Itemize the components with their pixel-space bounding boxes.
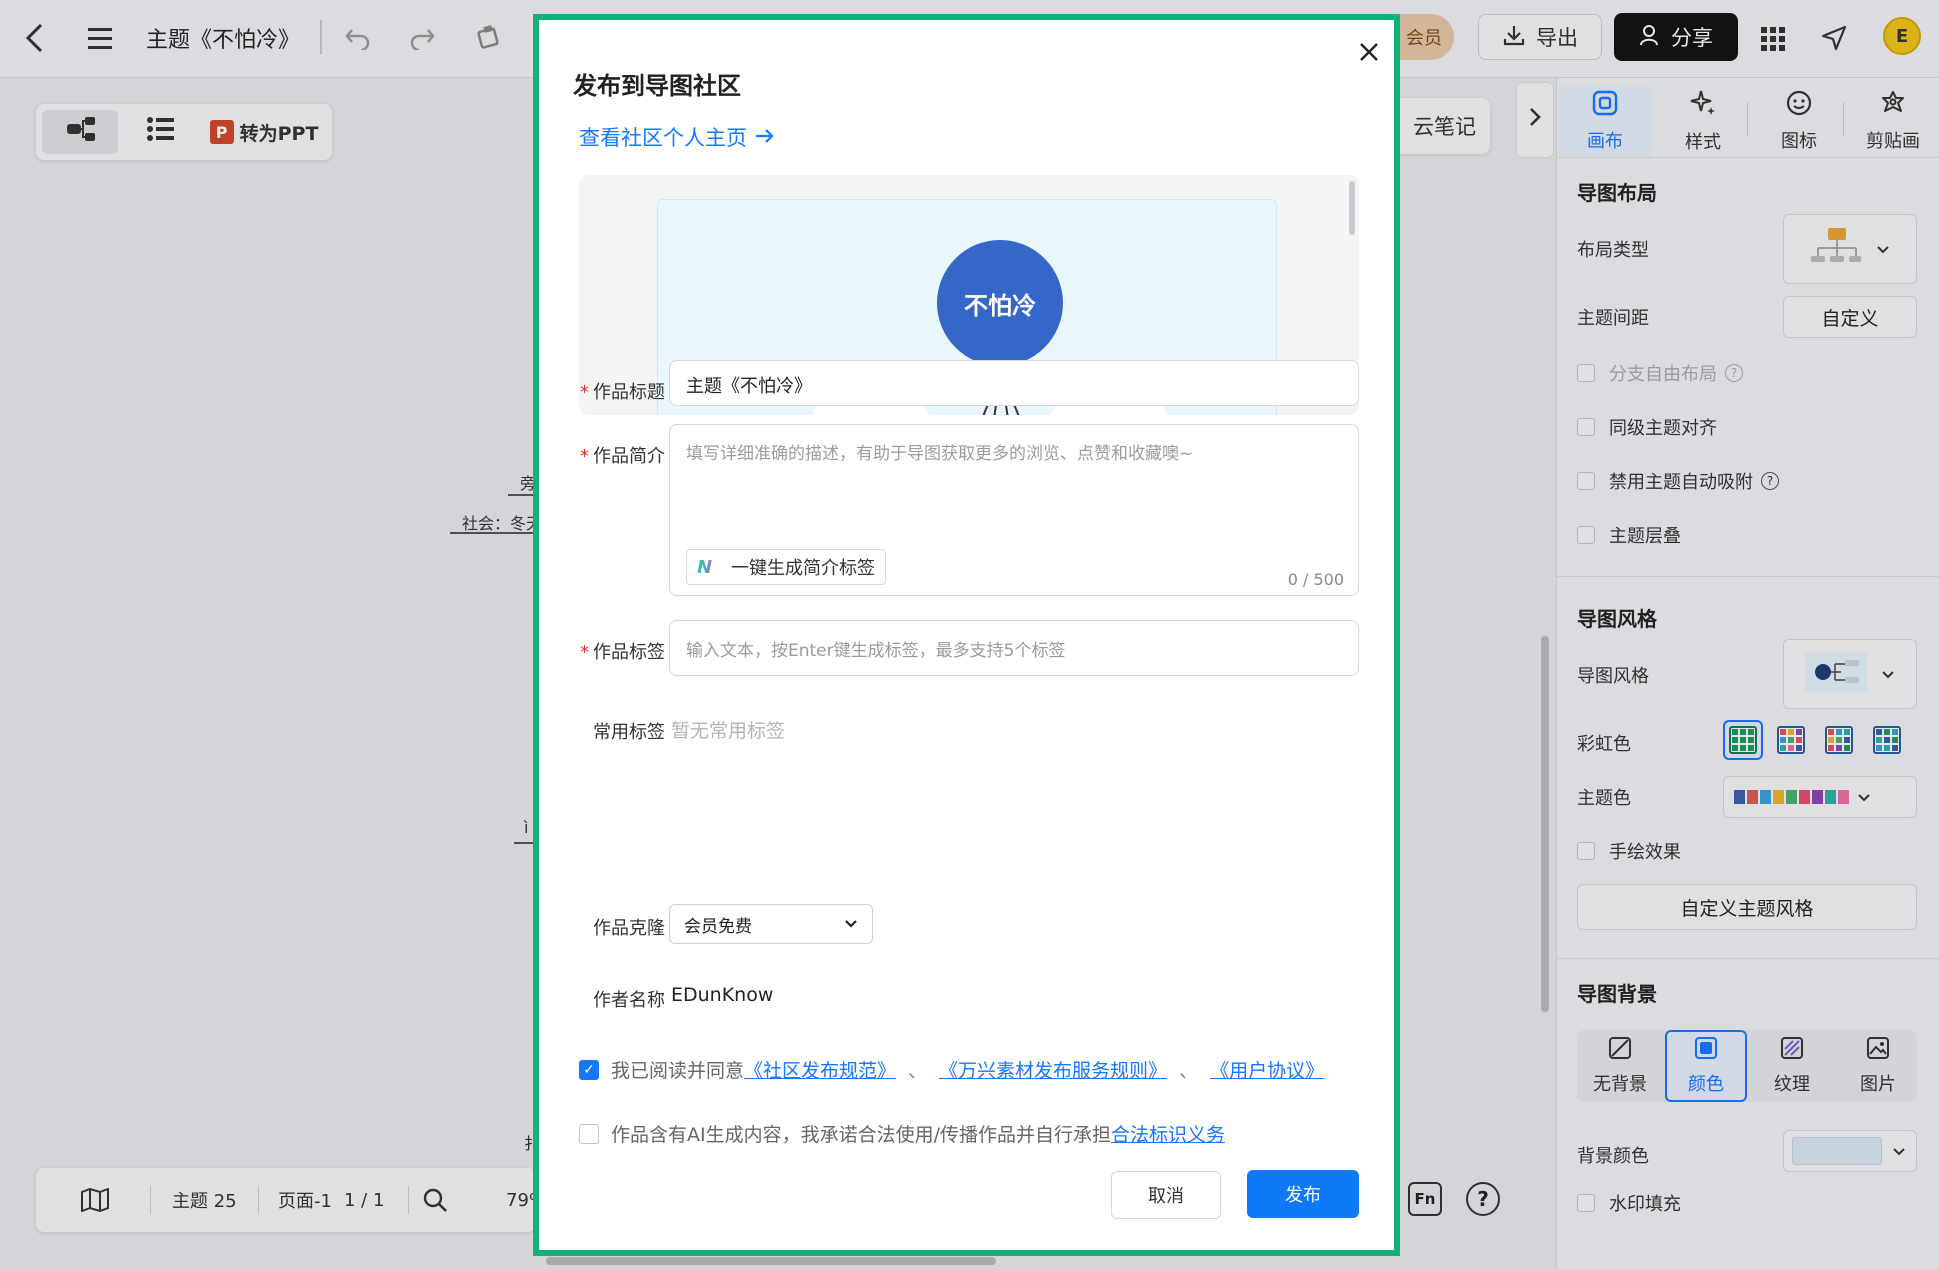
publish-dialog: 发布到导图社区 查看社区个人主页 不怕冷 * 作品标题 主题《不怕冷》 * 作品简介	[533, 14, 1400, 1256]
work-tags-label: * 作品标签	[580, 642, 665, 663]
work-intro-textarea[interactable]: 填写详细准确的描述，有助于导图获取更多的浏览、点赞和收藏噢~ N 一键生成简介标…	[669, 424, 1359, 596]
legal-marking-link[interactable]: 合法标识义务	[1111, 1120, 1225, 1147]
user-agreement-link[interactable]: 《用户协议》	[1210, 1056, 1324, 1083]
ai-statement-row: 作品含有AI生成内容，我承诺合法使用/传播作品并自行承担 合法标识义务	[579, 1120, 1225, 1147]
arrow-right-icon	[755, 125, 775, 149]
chevron-down-icon	[844, 914, 858, 934]
publish-button[interactable]: 发布	[1247, 1170, 1359, 1218]
author-name-label: 作者名称	[593, 990, 665, 1011]
author-name-value: EDunKnow	[671, 984, 774, 1006]
work-title-label: * 作品标题	[580, 382, 665, 403]
agreement-checkbox[interactable]: ✓	[579, 1059, 599, 1080]
work-clone-label: 作品克隆	[593, 918, 665, 939]
community-profile-link[interactable]: 查看社区个人主页	[579, 122, 775, 152]
community-rules-link[interactable]: 《社区发布规范》	[744, 1056, 896, 1083]
common-tags-label: 常用标签	[593, 722, 665, 743]
work-title-input[interactable]: 主题《不怕冷》	[669, 360, 1359, 406]
ai-generate-button[interactable]: N 一键生成简介标签	[686, 549, 886, 585]
work-clone-select[interactable]: 会员免费	[669, 904, 873, 944]
agreement-row: ✓ 我已阅读并同意 《社区发布规范》、《万兴素材发布服务规则》、《用户协议》	[579, 1056, 1324, 1083]
work-tags-input[interactable]: 输入文本，按Enter键生成标签，最多支持5个标签	[669, 620, 1359, 676]
common-tags-value: 暂无常用标签	[671, 720, 786, 742]
dialog-title: 发布到导图社区	[573, 72, 741, 100]
preview-central-topic: 不怕冷	[937, 240, 1063, 366]
work-intro-label: * 作品简介	[580, 446, 665, 467]
material-rules-link[interactable]: 《万兴素材发布服务规则》	[939, 1056, 1167, 1083]
ai-statement-checkbox[interactable]	[579, 1123, 599, 1144]
preview-scrollbar[interactable]	[1349, 181, 1355, 235]
close-icon[interactable]	[1351, 34, 1387, 70]
char-counter: 0 / 500	[1287, 570, 1344, 589]
cancel-button[interactable]: 取消	[1111, 1171, 1221, 1219]
ai-logo-icon: N	[697, 557, 721, 578]
